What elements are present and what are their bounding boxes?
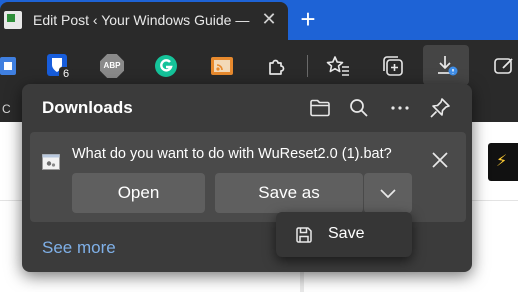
extensions-icon[interactable] <box>265 54 289 78</box>
new-tab-button[interactable]: + <box>294 6 322 34</box>
search-icon[interactable] <box>347 96 371 120</box>
downloads-title: Downloads <box>42 98 133 117</box>
tab-close-button[interactable]: ✕ <box>258 8 280 30</box>
active-tab[interactable]: Edit Post ‹ Your Windows Guide — ✕ <box>0 2 288 40</box>
menu-item-save[interactable]: Save <box>276 212 412 257</box>
download-item: What do you want to do with WuReset2.0 (… <box>30 132 466 222</box>
page-action-button[interactable] <box>488 143 518 181</box>
open-folder-icon[interactable] <box>308 96 332 120</box>
favorites-bar-folder[interactable]: C <box>2 102 11 116</box>
download-icon <box>438 56 458 76</box>
translate-extension-icon[interactable] <box>0 54 18 78</box>
save-as-button[interactable]: Save as <box>215 173 363 213</box>
save-dropdown-menu: Save <box>276 212 412 257</box>
dismiss-icon[interactable] <box>430 150 450 170</box>
rss-feed-icon[interactable] <box>210 54 234 78</box>
web-capture-icon[interactable] <box>492 54 516 78</box>
collections-icon[interactable] <box>381 54 405 78</box>
open-button[interactable]: Open <box>72 173 205 213</box>
tab-strip: Edit Post ‹ Your Windows Guide — ✕ + <box>0 0 518 40</box>
grammarly-icon[interactable] <box>154 54 178 78</box>
toolbar-divider <box>307 55 308 77</box>
download-prompt: What do you want to do with WuReset2.0 (… <box>72 146 392 162</box>
extension-badge: 6 <box>59 67 73 81</box>
site-favicon-icon <box>4 11 22 29</box>
save-icon <box>296 227 312 243</box>
see-more-link[interactable]: See more <box>42 238 116 258</box>
tab-title: Edit Post ‹ Your Windows Guide — <box>33 12 250 28</box>
more-options-icon[interactable] <box>388 96 412 120</box>
chevron-down-icon <box>380 189 396 199</box>
downloads-button[interactable] <box>423 45 469 85</box>
favorites-icon[interactable] <box>326 54 350 78</box>
pin-icon[interactable] <box>428 96 452 120</box>
menu-item-save-label: Save <box>328 225 365 242</box>
batch-file-icon <box>42 154 60 170</box>
save-options-button[interactable] <box>364 173 412 213</box>
